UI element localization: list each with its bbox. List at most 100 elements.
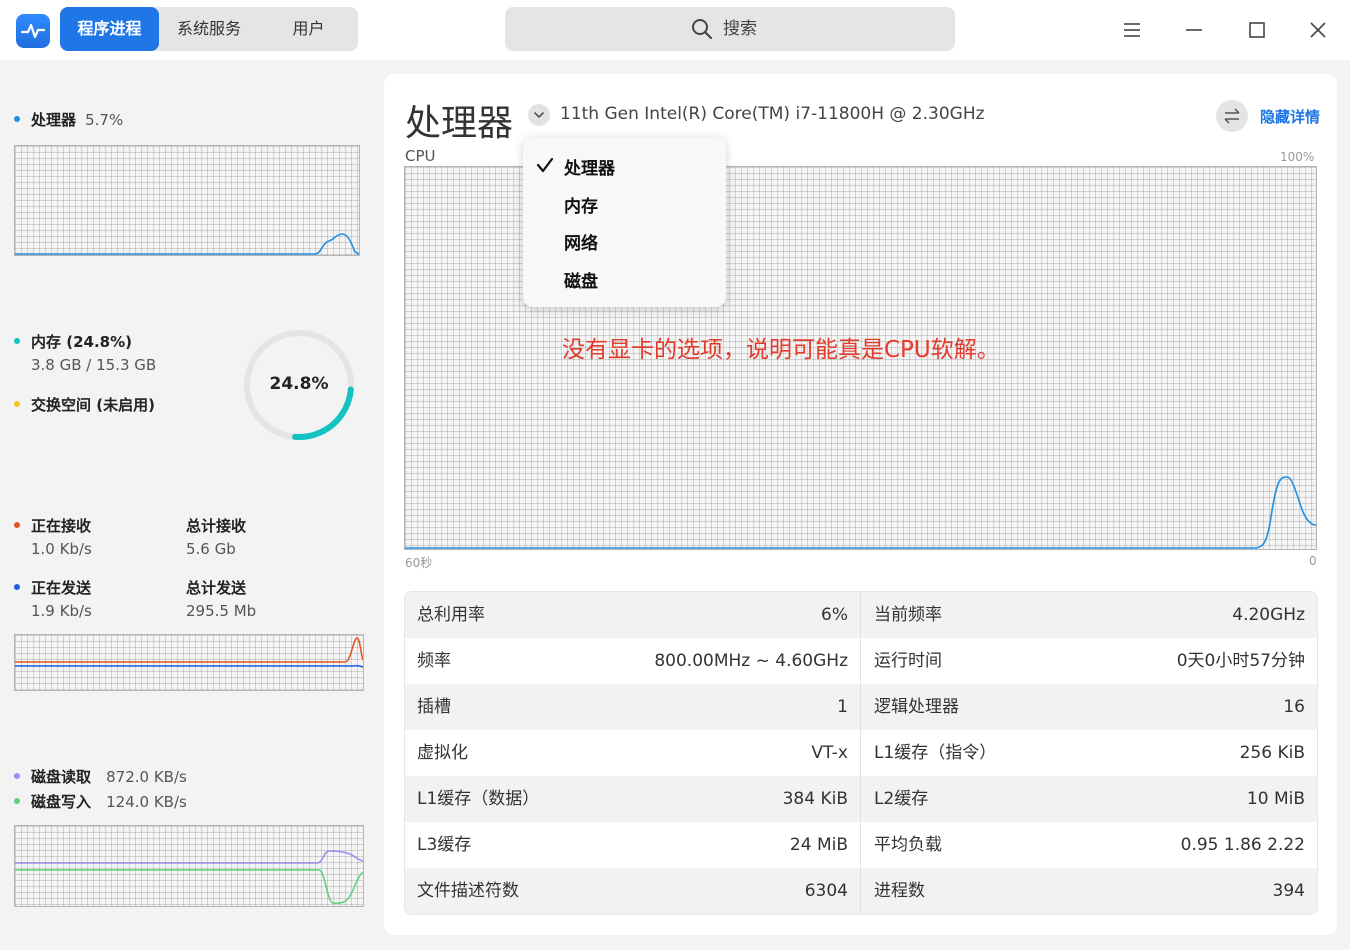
memory-ring[interactable]: 24.8% xyxy=(241,327,357,443)
disk-write-label: 磁盘写入 xyxy=(31,793,92,811)
network-recv-dot xyxy=(14,522,20,528)
swap-label: 交换空间 (未启用) xyxy=(31,396,155,414)
search-placeholder: 搜索 xyxy=(723,19,757,39)
minimize-icon xyxy=(1186,29,1202,31)
network-recv-value: 1.0 Kb/s xyxy=(31,540,92,558)
tab-users[interactable]: 用户 xyxy=(259,7,358,51)
detail-right-label: 当前频率 xyxy=(874,605,942,625)
network-send-dot xyxy=(14,584,20,590)
cpu-graph-min-label: 0 xyxy=(1309,554,1317,568)
network-send-label: 正在发送 xyxy=(31,579,92,597)
resource-dropdown-menu: 处理器 内存 网络 磁盘 xyxy=(523,137,726,307)
memory-ring-percent: 24.8% xyxy=(269,374,329,394)
network-total-send-value: 295.5 Mb xyxy=(186,602,257,620)
detail-left-value: 384 KiB xyxy=(782,789,848,809)
detail-left-value: VT-x xyxy=(811,743,848,763)
app-monitor-icon xyxy=(16,14,50,48)
detail-left-label: 频率 xyxy=(417,651,451,671)
table-row: 总利用率 6% 当前频率 4.20GHz xyxy=(405,592,1317,638)
cpu-legend-dot xyxy=(14,116,20,122)
column-divider xyxy=(860,592,861,914)
resource-selector-button[interactable] xyxy=(528,104,550,126)
disk-read-row: 磁盘读取 872.0 KB/s xyxy=(31,766,187,787)
disk-write-row: 磁盘写入 124.0 KB/s xyxy=(31,791,187,812)
detail-left-label: 总利用率 xyxy=(417,605,485,625)
hamburger-menu-icon xyxy=(1124,23,1140,37)
swap-legend-dot xyxy=(14,401,20,407)
network-total-recv-value: 5.6 Gb xyxy=(186,540,236,558)
network-send-value: 1.9 Kb/s xyxy=(31,602,92,620)
network-total-recv-label: 总计接收 xyxy=(186,517,247,535)
table-row: L3缓存 24 MiB 平均负载 0.95 1.86 2.22 xyxy=(405,822,1317,868)
maximize-button[interactable] xyxy=(1241,14,1273,46)
detail-right-label: 进程数 xyxy=(874,881,925,901)
disk-write-dot xyxy=(14,798,20,804)
detail-left-value: 24 MiB xyxy=(789,835,848,855)
close-button[interactable] xyxy=(1302,14,1334,46)
switch-view-button[interactable] xyxy=(1216,100,1248,132)
detail-left-value: 800.00MHz ~ 4.60GHz xyxy=(654,651,848,671)
tab-processes[interactable]: 程序进程 xyxy=(60,7,159,51)
annotation-text: 没有显卡的选项，说明可能真是CPU软解。 xyxy=(562,337,1000,363)
disk-read-dot xyxy=(14,773,20,779)
detail-right-value: 16 xyxy=(1283,697,1305,717)
detail-left-label: L3缓存 xyxy=(417,835,472,855)
page-title: 处理器 xyxy=(405,103,514,144)
search-icon xyxy=(692,19,713,40)
detail-right-value: 256 KiB xyxy=(1239,743,1305,763)
cpu-value: 5.7% xyxy=(85,111,124,129)
memory-usage: 3.8 GB / 15.3 GB xyxy=(31,356,157,374)
dropdown-item-disk[interactable]: 磁盘 xyxy=(564,267,598,292)
table-row: 插槽 1 逻辑处理器 16 xyxy=(405,684,1317,730)
detail-left-value: 6304 xyxy=(804,881,848,901)
cpu-graph-time-label: 60秒 xyxy=(405,556,433,570)
detail-left-label: 插槽 xyxy=(417,697,451,717)
detail-right-value: 394 xyxy=(1272,881,1305,901)
detail-left-label: 文件描述符数 xyxy=(417,881,519,901)
dropdown-item-cpu[interactable]: 处理器 xyxy=(564,154,615,179)
cpu-graph-label: CPU xyxy=(405,147,436,165)
detail-right-value: 0天0小时57分钟 xyxy=(1176,651,1305,671)
detail-right-label: 平均负载 xyxy=(874,835,942,855)
cpu-label: 处理器 xyxy=(31,111,77,129)
minimize-button[interactable] xyxy=(1178,14,1210,46)
detail-right-label: L1缓存（指令） xyxy=(874,743,997,763)
memory-legend-dot xyxy=(14,338,20,344)
detail-left-value: 6% xyxy=(821,605,848,625)
disk-read-label: 磁盘读取 xyxy=(31,768,92,786)
detail-left-value: 1 xyxy=(837,697,848,717)
detail-left-label: L1缓存（数据） xyxy=(417,789,540,809)
menu-button[interactable] xyxy=(1116,14,1148,46)
table-row: 频率 800.00MHz ~ 4.60GHz 运行时间 0天0小时57分钟 xyxy=(405,638,1317,684)
main-tabs: 程序进程 系统服务 用户 xyxy=(60,7,358,51)
chevron-down-icon xyxy=(534,112,544,118)
network-total-send-label: 总计发送 xyxy=(186,579,247,597)
detail-left-label: 虚拟化 xyxy=(417,743,468,763)
memory-label: 内存 (24.8%) xyxy=(31,333,132,351)
hide-details-link[interactable]: 隐藏详情 xyxy=(1260,106,1320,127)
checkmark-icon xyxy=(536,157,554,173)
dropdown-item-network[interactable]: 网络 xyxy=(564,229,598,254)
cpu-graph-max-label: 100% xyxy=(1280,150,1315,164)
disk-mini-graph[interactable] xyxy=(14,825,364,907)
table-row: 虚拟化 VT-x L1缓存（指令） 256 KiB xyxy=(405,730,1317,776)
network-mini-graph[interactable] xyxy=(14,634,364,691)
cpu-mini-graph[interactable] xyxy=(14,145,360,256)
detail-right-label: 运行时间 xyxy=(874,651,942,671)
tab-services[interactable]: 系统服务 xyxy=(159,7,259,51)
table-row: L1缓存（数据） 384 KiB L2缓存 10 MiB xyxy=(405,776,1317,822)
dropdown-item-memory[interactable]: 内存 xyxy=(564,192,598,217)
detail-right-value: 10 MiB xyxy=(1246,789,1305,809)
detail-right-label: L2缓存 xyxy=(874,789,929,809)
detail-right-label: 逻辑处理器 xyxy=(874,697,959,717)
close-icon xyxy=(1310,22,1326,38)
cpu-details-table: 总利用率 6% 当前频率 4.20GHz 频率 800.00MHz ~ 4.60GHz 运行… xyxy=(404,591,1318,915)
disk-write-value: 124.0 KB/s xyxy=(106,793,187,811)
maximize-icon xyxy=(1249,22,1265,38)
detail-right-value: 0.95 1.86 2.22 xyxy=(1180,835,1305,855)
table-row: 文件描述符数 6304 进程数 394 xyxy=(405,868,1317,914)
cpu-model-name: 11th Gen Intel(R) Core(TM) i7-11800H @ 2… xyxy=(560,104,985,124)
cpu-summary[interactable]: 处理器 5.7% xyxy=(31,109,123,130)
search-box[interactable]: 搜索 xyxy=(505,7,955,51)
disk-read-value: 872.0 KB/s xyxy=(106,768,187,786)
